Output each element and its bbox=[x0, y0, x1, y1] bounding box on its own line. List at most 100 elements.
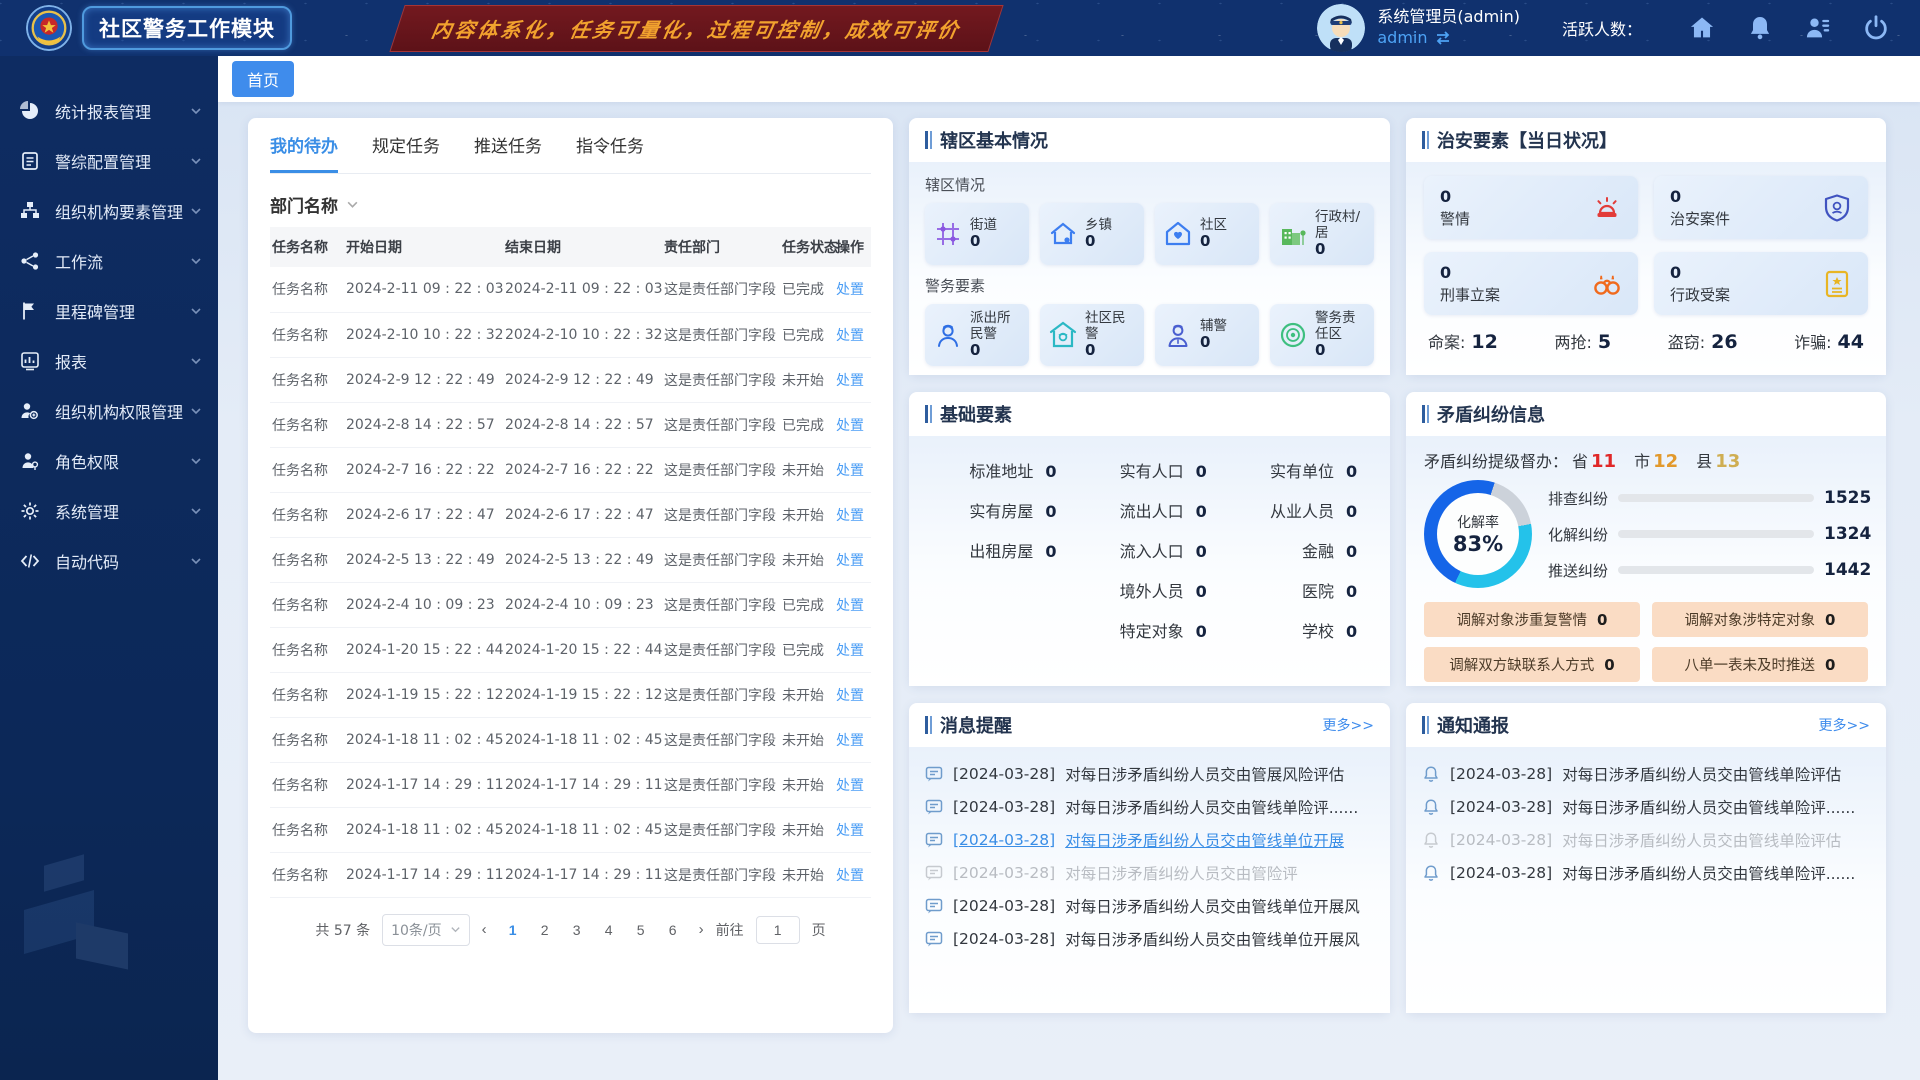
notice-item[interactable]: [2024-03-28] 对每日涉矛盾纠纷人员交由管线单险评...... bbox=[1422, 790, 1870, 823]
sidebar-item-statistic-reports[interactable]: 统计报表管理 bbox=[0, 86, 218, 136]
message-item[interactable]: [2024-03-28] 对每日涉矛盾纠纷人员交由管展风险评估 bbox=[925, 757, 1374, 790]
goto-page-input[interactable] bbox=[756, 916, 800, 944]
stat-card-village[interactable]: 行政村/居 0 bbox=[1270, 203, 1374, 265]
task-status: 未开始 bbox=[780, 492, 834, 537]
notice-item[interactable]: [2024-03-28] 对每日涉矛盾纠纷人员交由管线单险评...... bbox=[1422, 856, 1870, 889]
message-text: 对每日涉矛盾纠纷人员交由管线单险评...... bbox=[1065, 796, 1358, 818]
sidebar-item-reports[interactable]: 报表 bbox=[0, 336, 218, 386]
stat-card-duty-area[interactable]: 警务责任区 0 bbox=[1270, 304, 1374, 366]
tab-command-tasks[interactable]: 指令任务 bbox=[576, 118, 644, 173]
message-item[interactable]: [2024-03-28] 对每日涉矛盾纠纷人员交由管线单险评...... bbox=[925, 790, 1374, 823]
task-end-date: 2024-2-5 13 : 22 : 49 bbox=[503, 537, 662, 582]
tab-pushed-tasks[interactable]: 推送任务 bbox=[474, 118, 542, 173]
handle-link[interactable]: 处置 bbox=[836, 598, 864, 614]
contacts-icon[interactable] bbox=[1804, 14, 1832, 42]
task-end-date: 2024-2-11 09 : 22 : 03 bbox=[503, 267, 662, 312]
total-count: 共 57 条 bbox=[315, 920, 370, 940]
handle-link[interactable]: 处置 bbox=[836, 373, 864, 389]
stat-card-alerts[interactable]: 0 警情 bbox=[1424, 176, 1638, 239]
sidebar-item-workflow[interactable]: 工作流 bbox=[0, 236, 218, 286]
stat-card-criminal-cases[interactable]: 0 刑事立案 bbox=[1424, 252, 1638, 315]
stat-card-station-police[interactable]: 派出所民警 0 bbox=[925, 304, 1029, 366]
sidebar-item-role-permissions[interactable]: 角色权限 bbox=[0, 436, 218, 486]
prev-page-button[interactable]: ‹ bbox=[482, 921, 487, 938]
handle-link[interactable]: 处置 bbox=[836, 643, 864, 659]
message-item[interactable]: [2024-03-28] 对每日涉矛盾纠纷人员交由管线单位开展风 bbox=[925, 922, 1374, 955]
dispute-bar-track bbox=[1618, 530, 1814, 538]
handle-link[interactable]: 处置 bbox=[836, 282, 864, 298]
page-number[interactable]: 2 bbox=[531, 916, 559, 944]
bell-icon[interactable] bbox=[1746, 14, 1774, 42]
task-status: 已完成 bbox=[780, 312, 834, 357]
handle-link[interactable]: 处置 bbox=[836, 733, 864, 749]
handle-link[interactable]: 处置 bbox=[836, 508, 864, 524]
app-header: 社区警务工作模块 内容体系化，任务可量化，过程可控制，成效可评价 系统管理员(a… bbox=[0, 0, 1920, 56]
chevron-down-icon bbox=[190, 555, 202, 567]
page-number[interactable]: 3 bbox=[563, 916, 591, 944]
department-filter[interactable]: 部门名称 bbox=[270, 174, 871, 227]
task-start-date: 2024-2-10 10 : 22 : 32 bbox=[344, 312, 503, 357]
stat-card-street[interactable]: 街道 0 bbox=[925, 203, 1029, 265]
sidebar-item-org-permissions[interactable]: 组织机构权限管理 bbox=[0, 386, 218, 436]
power-icon[interactable] bbox=[1862, 14, 1890, 42]
handle-link[interactable]: 处置 bbox=[836, 418, 864, 434]
sidebar-item-system-management[interactable]: 系统管理 bbox=[0, 486, 218, 536]
sidebar-item-org-elements[interactable]: 组织机构要素管理 bbox=[0, 186, 218, 236]
title-bars-icon bbox=[925, 405, 932, 423]
indicator-label: 调解对象涉特定对象 bbox=[1685, 609, 1816, 630]
message-icon bbox=[925, 897, 943, 915]
stat-label: 警情 bbox=[1440, 208, 1470, 229]
sidebar-item-police-config[interactable]: 警综配置管理 bbox=[0, 136, 218, 186]
user-avatar[interactable] bbox=[1317, 4, 1365, 52]
dispute-bar-label: 排查纠纷 bbox=[1548, 488, 1608, 509]
handle-link[interactable]: 处置 bbox=[836, 463, 864, 479]
handle-link[interactable]: 处置 bbox=[836, 823, 864, 839]
next-page-button[interactable]: › bbox=[699, 921, 704, 938]
basic-stat-label: 金融 bbox=[1302, 538, 1334, 562]
tab-my-todo[interactable]: 我的待办 bbox=[270, 118, 338, 173]
message-item[interactable]: [2024-03-28] 对每日涉矛盾纠纷人员交由管险评 bbox=[925, 856, 1374, 889]
task-end-date: 2024-1-17 14 : 29 : 11 bbox=[503, 852, 662, 897]
handle-link[interactable]: 处置 bbox=[836, 553, 864, 569]
page-size-select[interactable]: 10条/页 bbox=[382, 914, 470, 946]
tab-regular-tasks[interactable]: 规定任务 bbox=[372, 118, 440, 173]
page-number[interactable]: 5 bbox=[627, 916, 655, 944]
stat-card-admin-cases[interactable]: 0 行政受案 bbox=[1654, 252, 1868, 315]
messages-more-link[interactable]: 更多>> bbox=[1323, 715, 1374, 735]
message-item[interactable]: [2024-03-28] 对每日涉矛盾纠纷人员交由管线单位开展风 bbox=[925, 889, 1374, 922]
notice-date: [2024-03-28] bbox=[1450, 864, 1552, 882]
handle-link[interactable]: 处置 bbox=[836, 688, 864, 704]
page-number[interactable]: 1 bbox=[499, 916, 527, 944]
notice-item[interactable]: [2024-03-28] 对每日涉矛盾纠纷人员交由管线单险评估 bbox=[1422, 757, 1870, 790]
message-date: [2024-03-28] bbox=[953, 798, 1055, 816]
basic-stat-row: 特定对象 0 bbox=[1087, 618, 1211, 642]
sidebar-item-milestones[interactable]: 里程碑管理 bbox=[0, 286, 218, 336]
notice-item[interactable]: [2024-03-28] 对每日涉矛盾纠纷人员交由管线单险评估 bbox=[1422, 823, 1870, 856]
task-table: 任务名称 开始日期 结束日期 责任部门 任务状态 操作 任务名称 2024-2-… bbox=[270, 227, 871, 898]
task-status: 未开始 bbox=[780, 852, 834, 897]
stat-card-township[interactable]: 乡镇 0 bbox=[1040, 203, 1144, 265]
dispute-panel: 矛盾纠纷信息 矛盾纠纷提级督办： 省11 市12 县13 化解率 83% bbox=[1406, 392, 1886, 686]
stat-card-auxiliary-police[interactable]: 辅警 0 bbox=[1155, 304, 1259, 366]
task-end-date: 2024-1-20 15 : 22 : 44 bbox=[503, 627, 662, 672]
task-status: 已完成 bbox=[780, 402, 834, 447]
page-number[interactable]: 4 bbox=[595, 916, 623, 944]
tab-home[interactable]: 首页 bbox=[232, 61, 294, 97]
sidebar-item-auto-code[interactable]: 自动代码 bbox=[0, 536, 218, 586]
stat-card-community-police[interactable]: 社区民警 0 bbox=[1040, 304, 1144, 366]
notices-more-link[interactable]: 更多>> bbox=[1819, 715, 1870, 735]
message-text: 对每日涉矛盾纠纷人员交由管线单位开展 bbox=[1065, 829, 1344, 851]
stat-label: 刑事立案 bbox=[1440, 284, 1500, 305]
sidebar-item-label: 统计报表管理 bbox=[55, 99, 190, 123]
message-item[interactable]: [2024-03-28] 对每日涉矛盾纠纷人员交由管线单位开展 bbox=[925, 823, 1374, 856]
home-icon[interactable] bbox=[1688, 14, 1716, 42]
handle-link[interactable]: 处置 bbox=[836, 778, 864, 794]
handle-link[interactable]: 处置 bbox=[836, 868, 864, 884]
stat-card-community[interactable]: 社区 0 bbox=[1155, 203, 1259, 265]
escalation-county: 县13 bbox=[1696, 448, 1740, 472]
page-number[interactable]: 6 bbox=[659, 916, 687, 944]
stat-card-security-cases[interactable]: 0 治安案件 bbox=[1654, 176, 1868, 239]
handle-link[interactable]: 处置 bbox=[836, 328, 864, 344]
task-status: 未开始 bbox=[780, 537, 834, 582]
switch-user[interactable]: admin bbox=[1377, 28, 1520, 49]
